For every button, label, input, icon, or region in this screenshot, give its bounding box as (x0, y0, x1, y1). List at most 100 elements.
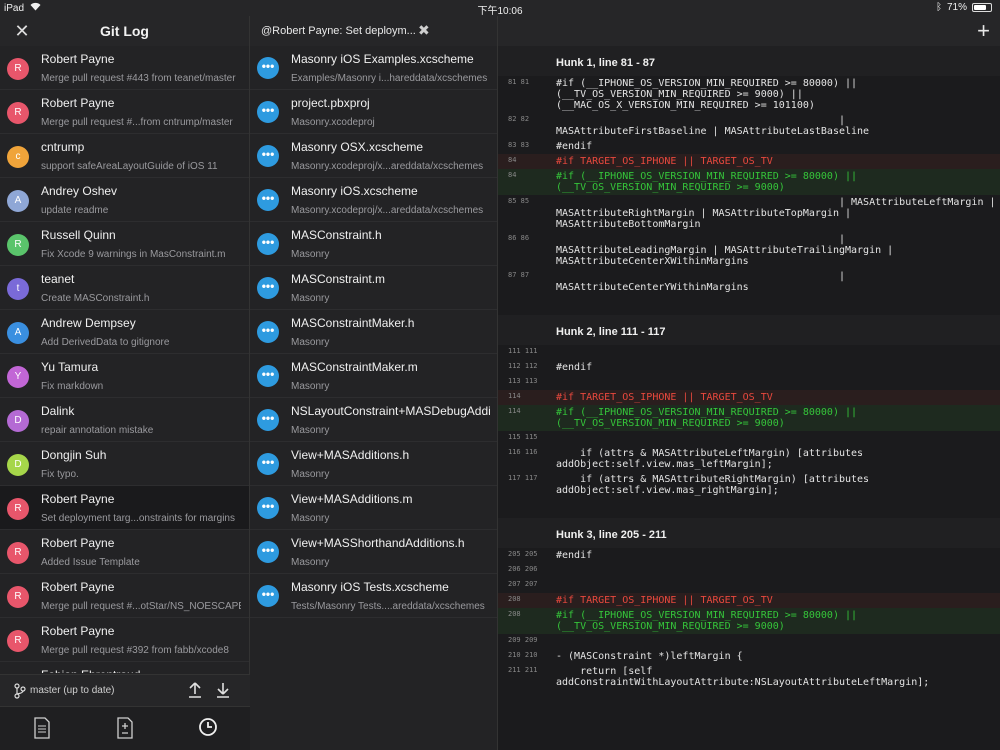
diff-text: if (attrs & MASAttributeRightMargin) [at… (556, 474, 876, 496)
commit-row[interactable]: R Robert Payne Merge pull request #443 fro… (0, 46, 249, 90)
file-name: Masonry iOS.xcscheme (291, 184, 418, 198)
modified-file-icon: ••• (257, 101, 279, 123)
commit-row[interactable]: A Andrey Oshev update readme (0, 178, 249, 222)
line-number: 208 (508, 595, 521, 603)
commit-author: Dalink (41, 404, 75, 418)
commit-row[interactable]: D Dongjin Suh Fix typo. (0, 442, 249, 486)
avatar: t (7, 278, 29, 300)
diff-line: 83 83 #endif (498, 139, 1000, 154)
line-number: 83 83 (508, 141, 530, 149)
file-path: Masonry (291, 425, 330, 436)
file-path: Masonry.xcodeproj/x...areddata/xcschemes (291, 205, 484, 216)
commit-author: Yu Tamura (41, 360, 99, 374)
tab-bar (0, 706, 250, 750)
commit-row[interactable]: R Robert Payne Merge pull request #...otSt… (0, 574, 249, 618)
file-path: Examples/Masonry i...hareddata/xcschemes (291, 73, 488, 84)
diff-line: 112 112 #endif (498, 360, 1000, 375)
branch-label[interactable]: master (up to date) (30, 685, 114, 696)
file-path: Masonry (291, 557, 330, 568)
line-number: 85 85 (508, 197, 530, 205)
diff-document-icon[interactable] (116, 717, 140, 741)
commit-message: Fix typo. (41, 469, 79, 480)
plus-icon[interactable]: + (977, 19, 990, 43)
file-row[interactable]: ••• Masonry iOS Tests.xcscheme Tests/Mason… (250, 574, 497, 618)
hunk-separator (498, 295, 1000, 315)
bluetooth-icon: ᛒ (935, 2, 942, 13)
diff-text (556, 580, 996, 591)
arrow-up-icon[interactable] (186, 681, 204, 701)
diff-pane: + Hunk 1, line 81 - 87 81 81 #if (__IPHONE… (498, 16, 1000, 750)
file-row[interactable]: ••• MASConstraintMaker.m Masonry (250, 354, 497, 398)
git-log-pane: ✕ Git Log R Robert Payne Merge pull reques… (0, 16, 250, 750)
commit-row[interactable]: R Russell Quinn Fix Xcode 9 warnings in Ma… (0, 222, 249, 266)
branch-icon[interactable] (14, 683, 28, 699)
clock-icon[interactable] (198, 717, 222, 741)
diff-line: 114 #if (__IPHONE_OS_VERSION_MIN_REQUIRED… (498, 405, 1000, 431)
line-number: 207 207 (508, 580, 538, 588)
file-row[interactable]: ••• View+MASShorthandAdditions.h Masonry (250, 530, 497, 574)
commit-row[interactable]: FFabian Ehrentraud (0, 662, 249, 673)
commit-message: Set deployment targ...onstraints for mar… (41, 513, 235, 524)
commit-row[interactable]: R Robert Payne Added Issue Template (0, 530, 249, 574)
git-log-header: ✕ Git Log (0, 16, 249, 46)
file-name: project.pbxproj (291, 96, 370, 110)
line-number: 87 87 (508, 271, 530, 279)
commit-row[interactable]: c cntrump support safeAreaLayoutGuide of i… (0, 134, 249, 178)
commit-message: Merge pull request #...from cntrump/mast… (41, 117, 233, 128)
file-row[interactable]: ••• Masonry iOS.xcscheme Masonry.xcodeproj… (250, 178, 497, 222)
file-name: Masonry iOS Tests.xcscheme (291, 580, 449, 594)
commit-row[interactable]: R Robert Payne Merge pull request #...from… (0, 90, 249, 134)
file-name: View+MASAdditions.m (291, 492, 413, 506)
file-path: Tests/Masonry Tests....areddata/xcscheme… (291, 601, 485, 612)
diff-line: 85 85 | MASAttributeLeftMargin | MASAttr… (498, 195, 1000, 232)
line-number: 114 (508, 407, 521, 415)
diff-line: 86 86 | MASAttributeLeadingMargin | MASA… (498, 232, 1000, 269)
diff-text: | MASAttributeLeadingMargin | MASAttribu… (556, 234, 894, 267)
avatar: R (7, 58, 29, 80)
commit-row[interactable]: R Robert Payne Set deployment targ...onstr… (0, 486, 249, 530)
commit-row[interactable]: A Andrew Dempsey Add DerivedData to gitign… (0, 310, 249, 354)
avatar: R (7, 498, 29, 520)
file-row[interactable]: ••• MASConstraint.h Masonry (250, 222, 497, 266)
battery-percent: 71% (946, 2, 967, 13)
diff-text (556, 636, 996, 647)
commit-message: Merge pull request #443 from teanet/mast… (41, 73, 236, 84)
file-row[interactable]: ••• MASConstraintMaker.h Masonry (250, 310, 497, 354)
commit-author: Dongjin Suh (41, 448, 107, 462)
avatar: c (7, 146, 29, 168)
close-icon[interactable]: ✖ (418, 22, 430, 39)
file-row[interactable]: ••• project.pbxproj Masonry.xcodeproj (250, 90, 497, 134)
battery-icon (972, 3, 992, 12)
commit-author: teanet (41, 272, 75, 286)
commit-row[interactable]: t teanet Create MASConstraint.h (0, 266, 249, 310)
file-row[interactable]: ••• NSLayoutConstraint+MASDebugAddi... Mas… (250, 398, 497, 442)
close-icon[interactable]: ✕ (12, 21, 32, 41)
diff-text: #endif (556, 362, 593, 373)
commit-author: Andrew Dempsey (41, 316, 136, 330)
commit-row[interactable]: Y Yu Tamura Fix markdown (0, 354, 249, 398)
modified-file-icon: ••• (257, 497, 279, 519)
diff-line: 210 210 - (MASConstraint *)leftMargin { (498, 649, 1000, 664)
diff-text (556, 433, 996, 444)
commit-row[interactable]: R Robert Payne Merge pull request #392 fro… (0, 618, 249, 662)
file-path: Masonry (291, 249, 330, 260)
arrow-down-icon[interactable] (214, 681, 232, 701)
file-row[interactable]: ••• View+MASAdditions.m Masonry (250, 486, 497, 530)
diff-line: 111 111 (498, 345, 1000, 360)
modified-file-icon: ••• (257, 321, 279, 343)
commit-message: support safeAreaLayoutGuide of iOS 11 (41, 161, 218, 172)
line-number: 117 117 (508, 474, 538, 482)
file-row[interactable]: ••• Masonry iOS Examples.xcscheme Examples… (250, 46, 497, 90)
avatar: A (7, 322, 29, 344)
file-row[interactable]: ••• MASConstraint.m Masonry (250, 266, 497, 310)
commit-row[interactable]: D Dalink repair annotation mistake (0, 398, 249, 442)
file-name: View+MASShorthandAdditions.h (291, 536, 465, 550)
diff-line: 82 82 | MASAttributeFirstBaseline | MASA… (498, 113, 1000, 139)
line-number: 208 (508, 610, 521, 618)
diff-text: #endif (556, 141, 593, 152)
line-number: 115 115 (508, 433, 538, 441)
file-row[interactable]: ••• Masonry OSX.xcscheme Masonry.xcodeproj… (250, 134, 497, 178)
document-icon[interactable] (33, 717, 57, 741)
file-row[interactable]: ••• View+MASAdditions.h Masonry (250, 442, 497, 486)
diff-text (556, 565, 996, 576)
